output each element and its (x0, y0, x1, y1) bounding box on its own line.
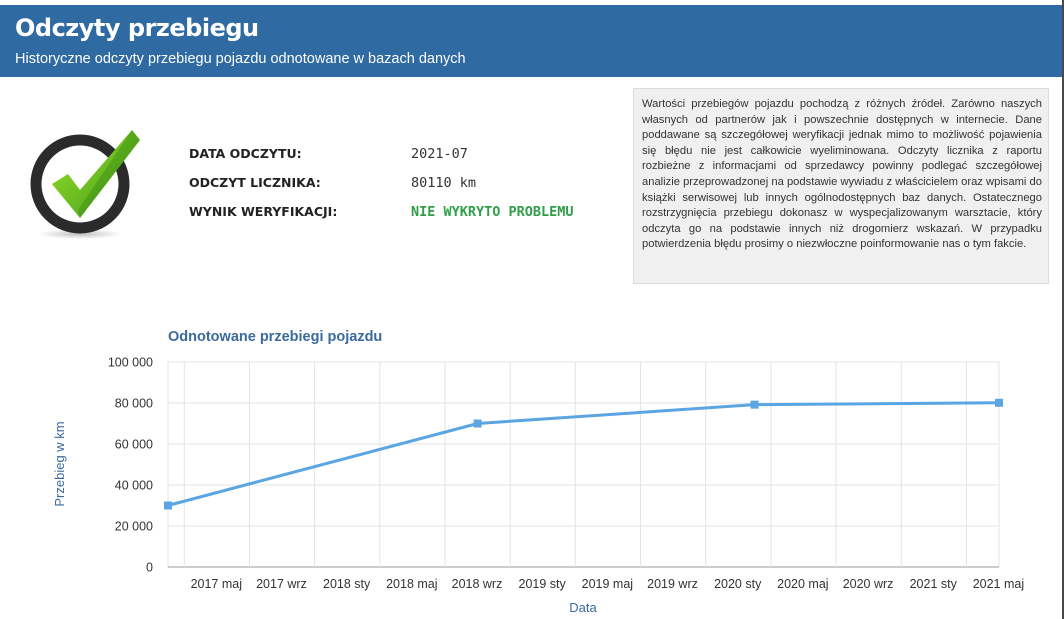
data-point[interactable] (995, 398, 1003, 407)
date-label: DATA ODCZYTU: (189, 146, 302, 161)
x-tick-label: 2017 maj (191, 577, 242, 591)
x-tick-label: 2018 sty (323, 577, 371, 591)
x-tick-label: 2020 maj (777, 577, 828, 591)
data-point[interactable] (750, 400, 759, 409)
odometer-label: ODCZYT LICZNIKA: (189, 175, 321, 190)
page-subtitle: Historyczne odczyty przebiegu pojazdu od… (15, 51, 466, 67)
y-tick-label: 40 000 (115, 479, 153, 493)
result-value: NIE WYKRYTO PROBLEMU (411, 204, 574, 220)
y-tick-label: 100 000 (108, 356, 153, 370)
page-title: Odczyty przebiegu (15, 14, 259, 42)
checkmark-success-icon (28, 126, 148, 246)
x-tick-label: 2019 sty (519, 577, 567, 591)
x-tick-label: 2017 wrz (256, 577, 307, 591)
mileage-chart-svg: Odnotowane przebiegi pojazdu 0 20 000 40 0… (52, 329, 1024, 615)
result-label: WYNIK WERYFIKACJI: (189, 204, 338, 219)
x-tick-label: 2018 wrz (452, 577, 503, 591)
x-tick-label: 2021 maj (973, 577, 1024, 591)
mileage-chart: Odnotowane przebiegi pojazdu 0 20 000 40 0… (0, 300, 1064, 619)
odometer-value: 80110 km (411, 175, 477, 191)
plot-area (167, 361, 1000, 568)
disclaimer-note: Wartości przebiegów pojazdu pochodzą z r… (633, 88, 1049, 284)
chart-title: Odnotowane przebiegi pojazdu (168, 329, 382, 345)
x-tick-label: 2020 wrz (843, 577, 894, 591)
y-axis-label: Przebieg w km (52, 421, 67, 506)
x-tick-label: 2020 sty (714, 577, 762, 591)
y-tick-label: 20 000 (115, 520, 153, 534)
series-line (167, 401, 1000, 507)
data-point[interactable] (164, 501, 172, 510)
page-header: Odczyty przebiegu Historyczne odczyty pr… (0, 5, 1064, 77)
x-tick-label: 2019 wrz (647, 577, 698, 591)
x-tick-label: 2018 maj (386, 577, 437, 591)
x-tick-label: 2021 sty (910, 577, 958, 591)
date-value: 2021-07 (411, 146, 468, 162)
data-point[interactable] (473, 419, 482, 428)
x-axis-label: Data (569, 600, 597, 615)
y-tick-label: 80 000 (115, 397, 153, 411)
y-tick-label: 0 (146, 561, 153, 575)
y-tick-label: 60 000 (115, 438, 153, 452)
x-tick-label: 2019 maj (582, 577, 633, 591)
